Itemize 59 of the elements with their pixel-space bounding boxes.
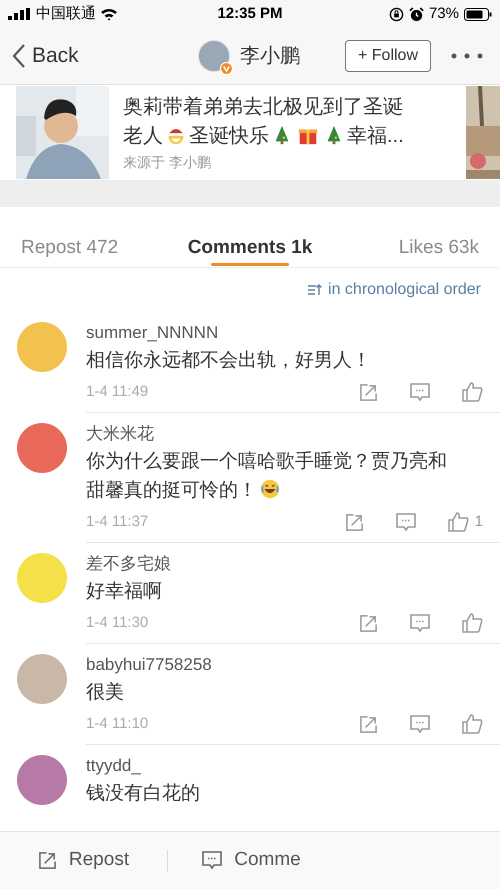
- commenter-name[interactable]: 差不多宅娘: [86, 553, 483, 575]
- commenter-avatar[interactable]: [17, 654, 67, 704]
- comment-time: 1-4 11:37: [86, 512, 150, 532]
- commenter-avatar[interactable]: [17, 322, 67, 372]
- comment-text: 你为什么要跟一个嘻哈歌手睡觉？贾乃亮和: [86, 450, 447, 474]
- thumbs-up-icon[interactable]: [448, 512, 469, 532]
- commenter-name[interactable]: 大米米花: [86, 423, 483, 445]
- repost-button[interactable]: Repost: [38, 846, 130, 875]
- like-count: 1: [474, 512, 483, 532]
- comment-text: 很美: [86, 680, 124, 705]
- commenter-avatar[interactable]: [17, 755, 67, 805]
- thumbs-up-icon[interactable]: [462, 382, 483, 402]
- signal-icon: [8, 8, 32, 20]
- comment-button[interactable]: Comme: [202, 846, 301, 875]
- clock-time: 12:35 PM: [217, 4, 283, 24]
- thumbs-up-icon[interactable]: [462, 714, 483, 734]
- repost-icon[interactable]: [359, 382, 378, 402]
- back-button[interactable]: Back: [12, 40, 79, 72]
- battery-icon: [464, 8, 492, 20]
- commenter-name[interactable]: ttyydd_: [86, 755, 483, 777]
- comment-icon[interactable]: [410, 614, 430, 632]
- commenter-name[interactable]: summer_NNNNN: [86, 322, 483, 344]
- repost-icon[interactable]: [344, 512, 364, 532]
- post-source: 来源于 李小鹏: [123, 153, 212, 172]
- post-title-text: 奥莉带着弟弟去北极见到了圣诞: [123, 95, 403, 120]
- user-avatar[interactable]: [198, 40, 230, 72]
- comment-text: 钱没有白花的: [86, 782, 200, 806]
- comment-text: 甜馨真的挺可怜的！: [86, 479, 257, 503]
- post-title-text: 圣诞快乐: [189, 124, 269, 149]
- wifi-icon: [100, 8, 118, 20]
- comment-text: 好幸福啊: [86, 580, 162, 604]
- carrier-name: 中国联通: [36, 4, 96, 24]
- comment-text: 相信你永远都不会出轨，好男人！: [86, 349, 371, 373]
- sort-icon: [307, 283, 324, 297]
- follow-button[interactable]: + Follow: [345, 40, 431, 72]
- sort-order-button[interactable]: in chronological order: [307, 278, 481, 302]
- comment-time: 1-4 11:49: [86, 382, 150, 402]
- thumbs-up-icon[interactable]: [462, 613, 483, 633]
- commenter-name[interactable]: babyhui7758258: [86, 654, 483, 676]
- user-name: 李小鹏: [240, 44, 300, 69]
- post-title-text: 老人: [123, 124, 163, 149]
- laughing-emoji-icon: [259, 478, 281, 500]
- rotation-lock-icon: [388, 6, 404, 22]
- repost-icon[interactable]: [359, 714, 378, 734]
- repost-icon[interactable]: [38, 851, 57, 870]
- tab[interactable]: Comments 1k: [188, 207, 312, 268]
- commenter-avatar[interactable]: [17, 423, 67, 473]
- post-title-text: 幸福...: [347, 124, 404, 149]
- comment-time: 1-4 11:10: [86, 714, 150, 734]
- repost-icon[interactable]: [359, 614, 378, 632]
- more-icon[interactable]: [451, 53, 483, 59]
- comment-icon[interactable]: [410, 382, 430, 402]
- comment-icon[interactable]: [202, 851, 222, 870]
- back-chevron-icon: [12, 43, 26, 69]
- comment-icon[interactable]: [396, 512, 416, 532]
- comment-time: 1-4 11:30: [86, 612, 150, 633]
- alarm-icon: [408, 6, 424, 22]
- comment-icon[interactable]: [410, 714, 430, 734]
- battery-percent: 73%: [428, 4, 459, 24]
